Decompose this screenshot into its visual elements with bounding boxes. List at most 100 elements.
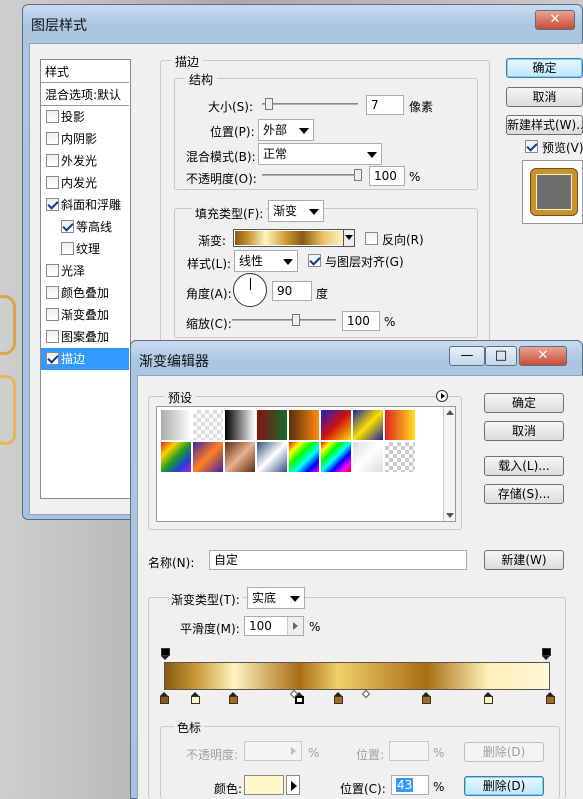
preset-swatch[interactable] [192, 441, 224, 473]
gradient-swatch[interactable] [233, 229, 355, 247]
opacity-input[interactable]: 100 [369, 166, 405, 186]
style-checkbox[interactable] [46, 154, 59, 167]
opacity-slider-thumb[interactable] [354, 169, 362, 181]
style-checkbox[interactable] [46, 264, 59, 277]
style-select[interactable]: 线性 [234, 250, 298, 272]
preset-swatch[interactable] [288, 409, 320, 441]
style-item-pattern-overlay[interactable]: 图案叠加 [41, 326, 129, 348]
styles-header[interactable]: 样式 [41, 61, 129, 83]
gradient-ok-button[interactable]: 确定 [484, 393, 564, 413]
color-stop[interactable] [422, 692, 432, 704]
scroll-up-icon[interactable] [446, 410, 454, 415]
style-item-label: 外发光 [61, 154, 98, 168]
style-item-satin[interactable]: 光泽 [41, 260, 129, 282]
style-item-bevel-emboss[interactable]: 斜面和浮雕 [41, 194, 129, 216]
position-select[interactable]: 外部 [258, 119, 314, 141]
new-style-button[interactable]: 新建样式(W)... [506, 115, 583, 135]
style-checkbox[interactable] [46, 176, 59, 189]
style-item-stroke[interactable]: 描边 [41, 348, 129, 370]
gradient-dropdown[interactable] [343, 230, 354, 246]
color-delete-button[interactable]: 删除(D) [464, 776, 544, 796]
close-icon[interactable]: ✕ [535, 10, 575, 30]
preset-swatch[interactable] [160, 441, 192, 473]
smoothness-input[interactable]: 100 [244, 616, 304, 636]
size-slider[interactable] [262, 98, 358, 110]
style-item-color-overlay[interactable]: 颜色叠加 [41, 282, 129, 304]
opacity-stop-left[interactable] [161, 648, 170, 661]
reverse-checkbox[interactable] [365, 232, 378, 245]
style-item-contour[interactable]: 等高线 [41, 216, 129, 238]
style-item-drop-shadow[interactable]: 投影 [41, 106, 129, 128]
style-checkbox[interactable] [46, 286, 59, 299]
style-item-outer-glow[interactable]: 外发光 [41, 150, 129, 172]
close-icon[interactable]: ✕ [519, 346, 567, 366]
save-button[interactable]: 存储(S)... [484, 484, 564, 504]
color-stop[interactable] [333, 692, 343, 704]
preset-swatch[interactable] [384, 441, 416, 473]
scale-slider-thumb[interactable] [292, 314, 300, 326]
color-stops-title: 色标 [174, 719, 205, 736]
load-button[interactable]: 载入(L)... [484, 456, 564, 476]
angle-dial[interactable] [233, 273, 267, 307]
smoothness-stepper[interactable] [287, 617, 303, 635]
preview-checkbox[interactable] [525, 140, 538, 153]
style-item-gradient-overlay[interactable]: 渐变叠加 [41, 304, 129, 326]
cancel-button[interactable]: 取消 [506, 87, 583, 107]
color-stop[interactable] [546, 692, 555, 704]
align-checkbox[interactable] [308, 254, 321, 267]
preset-swatch[interactable] [320, 409, 352, 441]
color-stop[interactable] [190, 692, 200, 704]
presets-scrollbar[interactable] [443, 407, 455, 521]
preset-swatch[interactable] [160, 409, 192, 441]
minimize-icon[interactable]: — [449, 346, 485, 366]
preset-swatch[interactable] [352, 409, 384, 441]
preset-swatch[interactable] [320, 441, 352, 473]
name-input[interactable]: 自定 [209, 550, 467, 570]
presets-menu-icon[interactable] [436, 390, 448, 402]
preset-swatch[interactable] [256, 441, 288, 473]
style-checkbox[interactable] [46, 308, 59, 321]
style-item-inner-glow[interactable]: 内发光 [41, 172, 129, 194]
gradient-cancel-button[interactable]: 取消 [484, 421, 564, 441]
preset-swatch[interactable] [256, 409, 288, 441]
style-checkbox[interactable] [46, 352, 59, 365]
fill-type-select[interactable]: 渐变 [268, 200, 324, 222]
style-checkbox[interactable] [46, 110, 59, 123]
preset-swatch[interactable] [384, 409, 416, 441]
preset-swatch[interactable] [288, 441, 320, 473]
preset-swatch[interactable] [352, 441, 384, 473]
style-checkbox[interactable] [61, 242, 74, 255]
scale-input[interactable]: 100 [342, 311, 380, 331]
style-item-texture[interactable]: 纹理 [41, 238, 129, 260]
blend-mode-select[interactable]: 正常 [258, 143, 382, 165]
size-slider-thumb[interactable] [265, 98, 273, 110]
style-checkbox[interactable] [46, 198, 59, 211]
scale-slider[interactable] [232, 314, 336, 326]
style-checkbox[interactable] [61, 220, 74, 233]
stop-color-swatch[interactable] [244, 775, 284, 795]
opacity-slider[interactable] [262, 169, 362, 181]
style-checkbox[interactable] [46, 330, 59, 343]
chevron-down-icon [299, 128, 309, 134]
style-item-inner-shadow[interactable]: 内阴影 [41, 128, 129, 150]
opacity-stop-right[interactable] [542, 648, 551, 661]
style-checkbox[interactable] [46, 132, 59, 145]
preset-swatch[interactable] [224, 409, 256, 441]
new-gradient-button[interactable]: 新建(W) [484, 550, 564, 570]
stop-color-location-input[interactable]: 43 [391, 775, 429, 795]
maximize-icon[interactable]: □ [485, 346, 517, 366]
scroll-down-icon[interactable] [446, 513, 454, 518]
gradient-bar[interactable] [164, 662, 550, 690]
blend-options-label: 混合选项:默认 [45, 88, 122, 102]
blend-options-item[interactable]: 混合选项:默认 [41, 84, 129, 106]
angle-input[interactable]: 90 [272, 281, 312, 301]
size-input[interactable]: 7 [366, 95, 404, 115]
color-picker-arrow[interactable] [286, 775, 300, 795]
ok-button[interactable]: 确定 [506, 58, 583, 78]
gradient-type-select[interactable]: 实底 [247, 587, 305, 609]
color-stop[interactable] [229, 692, 239, 704]
preset-swatch[interactable] [192, 409, 224, 441]
color-stop[interactable] [160, 692, 169, 704]
color-stop[interactable] [484, 692, 494, 704]
preset-swatch[interactable] [224, 441, 256, 473]
